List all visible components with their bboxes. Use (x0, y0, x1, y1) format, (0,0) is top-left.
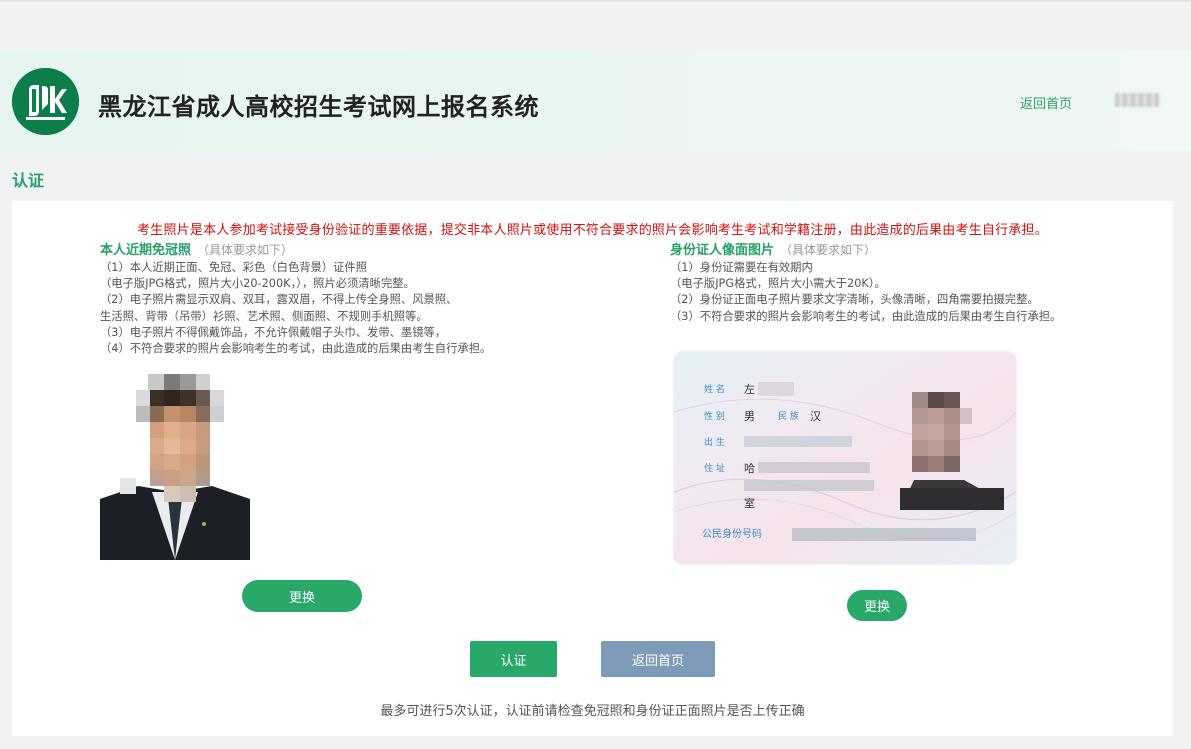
id-sex-label: 性 别 (704, 410, 725, 422)
change-portrait-button[interactable]: 更换 (242, 580, 362, 612)
requirement-line: （3）电子照片不得佩戴饰品，不允许佩戴帽子头巾、发带、墨镜等， (100, 325, 447, 339)
id-ethnicity-value: 汉 (810, 410, 821, 423)
requirement-line: （2）电子照片需显示双肩、双耳，露双眉，不得上传全身照、风景照、 (100, 293, 458, 307)
user-name[interactable] (1115, 93, 1159, 107)
portrait-photo (100, 374, 250, 560)
site-title: 黑龙江省成人高校招生考试网上报名系统 (98, 93, 539, 121)
portrait-title: 本人近期免冠照 (100, 243, 192, 258)
requirement-line: （4）不符合要求的照片会影响考生的考试，由此造成的后果由考生自行承担。 (100, 342, 492, 356)
verification-card: 考生照片是本人参加考试接受身份验证的重要依据，提交非本人照片或使用不符合要求的照… (12, 201, 1173, 736)
site-logo[interactable] (12, 68, 79, 135)
back-home-button[interactable]: 返回首页 (601, 641, 715, 677)
requirement-line: （3）不符合要求的照片会影响考生的考试，由此造成的后果由考生自行承担。 (670, 309, 1062, 323)
id-address-label: 住 址 (704, 462, 725, 474)
idcard-requirements: 身份证人像面图片 （具体要求如下） （1）身份证需要在有效期内 （电子版JPG格式… (670, 241, 1140, 325)
warning-text: 考生照片是本人参加考试接受身份验证的重要依据，提交非本人照片或使用不符合要求的照… (137, 223, 1048, 238)
home-link[interactable]: 返回首页 (1020, 93, 1072, 112)
requirement-line: （1）本人近期正面、免冠、彩色（白色背景）证件照 (100, 261, 368, 274)
id-birth-label: 出 生 (704, 436, 725, 448)
top-border (0, 0, 1191, 2)
id-ethnicity-label: 民 族 (778, 410, 799, 422)
change-idcard-button[interactable]: 更换 (847, 590, 907, 621)
id-address-value-3: 室 (744, 496, 755, 510)
requirement-line: （1）身份证需要在有效期内 (670, 261, 813, 274)
requirement-line: （2）身份证正面电子照片要求文字清晰，头像清晰，四角需要拍摄完整。 (670, 293, 1039, 307)
logo-book-icon (12, 68, 79, 135)
id-address-value-1: 哈 (744, 462, 755, 475)
id-sex-value: 男 (744, 410, 755, 423)
page-title: 认证 (12, 171, 45, 190)
requirement-line: （电子版JPG格式，照片大小20-200K，），照片必须清晰完整。 (100, 277, 415, 291)
id-card-image: 姓 名 左 性 别 男 民 族 汉 出 生 住 址 哈 室 公民身份号码 (674, 352, 1016, 564)
portrait-requirements: 本人近期免冠照 （具体要求如下） （1）本人近期正面、免冠、彩色（白色背景）证件照… (100, 241, 570, 357)
portrait-note: （具体要求如下） (197, 243, 294, 257)
requirement-line: （电子版JPG格式，照片大小需大于20K）。 (670, 277, 886, 291)
idcard-title: 身份证人像面图片 (670, 243, 775, 258)
id-number-label: 公民身份号码 (702, 527, 762, 540)
site-header: 黑龙江省成人高校招生考试网上报名系统 返回首页 (0, 51, 1191, 151)
idcard-note: （具体要求如下） (780, 243, 877, 257)
requirement-line: 生活照、背带（吊带）衫照、艺术照、侧面照、不规则手机照等。 (100, 309, 428, 323)
id-name-label: 姓 名 (704, 383, 725, 395)
verify-button[interactable]: 认证 (470, 641, 557, 677)
id-name-value: 左 (744, 383, 755, 396)
attempts-footnote: 最多可进行5次认证，认证前请检查免冠照和身份证正面照片是否上传正确 (380, 704, 805, 719)
